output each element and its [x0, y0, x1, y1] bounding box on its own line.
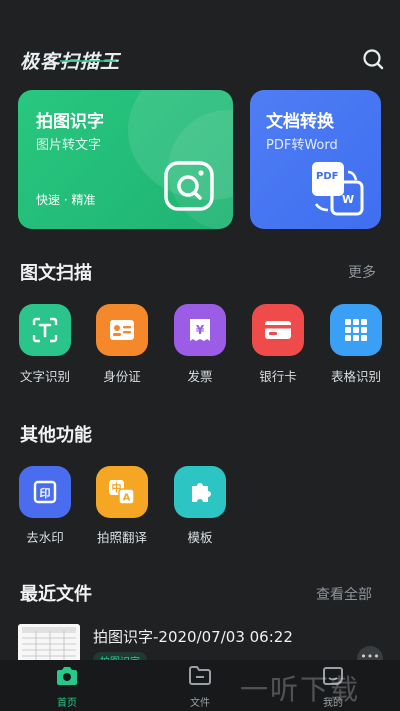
- title-decoration: [60, 60, 116, 62]
- bank-card-icon: [265, 321, 291, 339]
- doc-card-title: 文档转换: [266, 112, 334, 132]
- bank-card-tool[interactable]: [252, 304, 304, 356]
- puzzle-icon: [192, 483, 211, 502]
- invoice-tool[interactable]: ¥: [174, 304, 226, 356]
- word-label: W: [342, 193, 355, 206]
- doc-card-subtitle: PDF转Word: [266, 138, 338, 153]
- ocr-card-tags: 快速 · 精准: [36, 193, 96, 207]
- nav-files-label[interactable]: 文件: [175, 694, 225, 709]
- invoice-icon: ¥: [190, 319, 210, 341]
- search-icon[interactable]: [361, 47, 385, 71]
- translate-tool[interactable]: 中 A: [96, 466, 148, 518]
- table-icon: [345, 319, 367, 341]
- remove-watermark-tool[interactable]: 印: [19, 466, 71, 518]
- svg-text:A: A: [123, 493, 131, 504]
- text-recognition-tool[interactable]: [19, 304, 71, 356]
- template-tool[interactable]: [174, 466, 226, 518]
- tool-label-table: 表格识别: [330, 369, 381, 384]
- svg-text:¥: ¥: [196, 323, 205, 337]
- scan-icon: [163, 160, 215, 212]
- recent-file-name[interactable]: 拍图识字-2020/07/03 06:22: [93, 626, 293, 647]
- id-card-tool[interactable]: [96, 304, 148, 356]
- text-recognition-icon: [32, 317, 58, 343]
- tool-label-invoice: 发票: [187, 369, 213, 384]
- pdf-label: PDF: [316, 171, 339, 182]
- tool-label-remove-watermark: 去水印: [26, 530, 64, 545]
- tool-label-id-card: 身份证: [103, 369, 141, 384]
- recent-view-all[interactable]: 查看全部: [316, 584, 372, 604]
- tool-label-text-recognition: 文字识别: [19, 369, 70, 384]
- ocr-card-subtitle: 图片转文字: [36, 138, 102, 153]
- tool-label-bank-card: 银行卡: [259, 369, 297, 384]
- svg-text:印: 印: [40, 487, 51, 500]
- id-card-icon: [110, 320, 134, 340]
- scan-section-title: 图文扫描: [20, 263, 92, 284]
- other-section-title: 其他功能: [20, 425, 92, 446]
- folder-icon[interactable]: [188, 666, 212, 686]
- nav-home-label[interactable]: 首页: [42, 694, 92, 709]
- camera-icon[interactable]: [55, 666, 79, 686]
- remove-watermark-icon: 印: [33, 480, 57, 504]
- tool-label-template: 模板: [187, 530, 213, 545]
- translate-icon: 中 A: [109, 480, 135, 505]
- scan-section-more[interactable]: 更多: [348, 262, 376, 282]
- doc-convert-card[interactable]: 文档转换 PDF转Word PDF W: [250, 90, 381, 229]
- table-recognition-tool[interactable]: [330, 304, 382, 356]
- ocr-card-title: 拍图识字: [36, 112, 104, 132]
- pdf-word-icon: PDF W: [310, 160, 366, 216]
- svg-text:中: 中: [112, 482, 122, 495]
- watermark: 一听下载: [240, 673, 361, 706]
- ocr-card[interactable]: 拍图识字 图片转文字 快速 · 精准: [18, 90, 233, 229]
- tool-label-translate: 拍照翻译: [96, 530, 147, 545]
- recent-section-title: 最近文件: [20, 584, 92, 605]
